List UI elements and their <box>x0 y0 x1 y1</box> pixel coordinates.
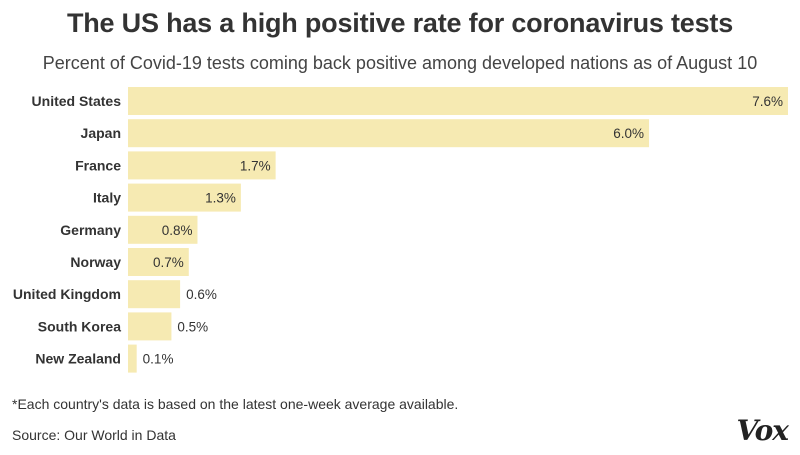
source-note: Source: Our World in Data <box>12 427 176 443</box>
value-label: 0.1% <box>143 352 174 367</box>
bar-chart: United States 7.6% Japan 6.0% France 1.7% Ital… <box>13 87 788 373</box>
value-label: 1.7% <box>240 158 271 173</box>
category-label: France <box>75 157 121 173</box>
value-label: 7.6% <box>752 94 783 109</box>
footnote: *Each country's data is based on the lat… <box>12 396 459 412</box>
category-label: Norway <box>70 254 121 270</box>
category-label: Germany <box>60 222 121 238</box>
value-label: 6.0% <box>613 126 644 141</box>
category-label: South Korea <box>38 318 121 334</box>
category-label: Japan <box>81 125 121 141</box>
category-label: Italy <box>93 190 121 206</box>
value-label: 0.7% <box>153 255 184 270</box>
bar-united-states <box>128 87 788 115</box>
value-label: 1.3% <box>205 191 236 206</box>
value-label: 0.6% <box>186 287 217 302</box>
value-label: 0.8% <box>162 223 193 238</box>
category-label: New Zealand <box>35 351 121 367</box>
bar-south-korea <box>128 312 172 341</box>
bar-united-kingdom <box>128 280 181 309</box>
bar-japan <box>128 119 650 148</box>
vox-logo: Vox <box>736 414 789 447</box>
category-label: United States <box>32 93 122 109</box>
category-label: United Kingdom <box>13 286 121 302</box>
value-label: 0.5% <box>177 319 208 334</box>
bar-new-zealand <box>128 344 137 373</box>
